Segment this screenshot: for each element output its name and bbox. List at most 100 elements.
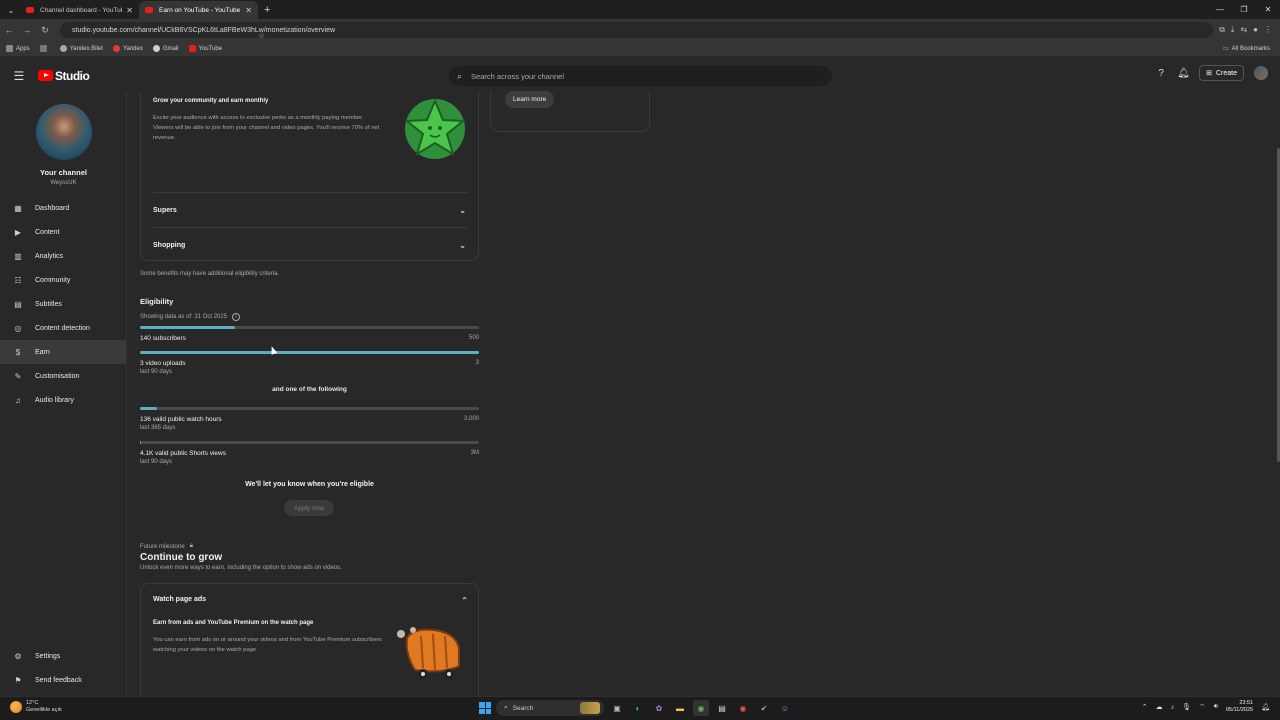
page-scrollbar[interactable] <box>1276 91 1280 696</box>
channel-title: Your channel <box>40 168 87 177</box>
system-tray: ⌃ ☁ ♪ 🎙︎ ⌔ 🔊︎ 23:51 05/11/2025 🔔︎ <box>1142 700 1270 714</box>
feedback-icon: ⚑ <box>14 675 22 685</box>
learn-more-button[interactable]: Learn more <box>505 91 555 108</box>
studio-header: ☰ Studio ⌕ Search across your channel ? … <box>0 60 1280 91</box>
sidebar-item-label: Content detection <box>35 324 90 332</box>
watch-page-ads-accordion[interactable]: Watch page ads ⌃ <box>153 596 468 605</box>
main-content: Grow your community and earn monthly Exc… <box>127 91 1280 696</box>
volume-icon[interactable]: 🔊︎ <box>1214 703 1218 711</box>
sidebar-item-dashboard[interactable]: ▦ Dashboard <box>0 196 126 220</box>
restore-icon[interactable]: ❐ <box>1232 0 1256 19</box>
bookmark-gmail[interactable]: Gmail <box>152 45 179 52</box>
wifi-icon[interactable]: ⌔ <box>1199 703 1206 712</box>
earn-icon: $ <box>15 347 21 357</box>
bookmark-yandex-bilet[interactable]: Yandex.Bilet <box>59 45 103 52</box>
sidebar-item-customisation[interactable]: ✎ Customisation <box>0 364 126 388</box>
metric-shorts-views: 4.1K valid public Shorts views 3M last 90… <box>140 441 479 465</box>
channel-avatar[interactable] <box>36 104 92 160</box>
shopping-accordion[interactable]: Shopping ⌄ <box>153 227 468 262</box>
help-icon[interactable]: ? <box>1155 68 1167 79</box>
file-explorer-icon[interactable]: ▬ <box>672 700 688 716</box>
clock-time: 23:51 <box>1239 700 1254 706</box>
close-tab-icon[interactable]: ✕ <box>245 6 252 15</box>
weather-widget[interactable]: 12°C Genellikle açık <box>10 700 62 714</box>
discord-icon[interactable]: ☺ <box>777 700 793 716</box>
eligibility-title: Eligibility <box>140 297 174 306</box>
windows-start-icon[interactable] <box>479 702 491 714</box>
lock-icon: 🔒︎ <box>189 543 193 549</box>
bookmark-apps[interactable]: Apps <box>6 45 30 52</box>
sidebar-item-subtitles[interactable]: ▤ Subtitles <box>0 292 126 316</box>
sidebar-item-content-detection[interactable]: ◎ Content detection <box>0 316 126 340</box>
bookmark-yandex[interactable]: Yandex <box>112 45 143 52</box>
metric-goal: 3,000 <box>463 416 479 422</box>
back-icon[interactable]: ← <box>0 25 18 35</box>
weather-sun-icon <box>10 701 22 713</box>
sidebar-item-community[interactable]: ☷ Community <box>0 268 126 292</box>
bookmark-tab-groups-icon[interactable] <box>39 45 50 52</box>
weather-temp: 12°C <box>26 700 39 706</box>
chrome-alt-icon[interactable]: ◉ <box>735 700 751 716</box>
sidebar: Your channel WeyssUK ▦ Dashboard ▶ Content… <box>0 91 127 696</box>
sidebar-item-send-feedback[interactable]: ⚑ Send feedback <box>0 668 126 692</box>
menu-icon[interactable]: ⋮ <box>1264 25 1272 35</box>
url-field[interactable]: studio.youtube.com/channel/UCkB6VSCpKL6t… <box>60 22 1214 40</box>
edge-icon[interactable]: ◐ <box>630 700 646 716</box>
notifications-bell-icon[interactable]: 🔔︎ <box>1177 68 1190 79</box>
metric-period: last 90 days <box>140 459 173 465</box>
tab-search-icon[interactable]: ⌄ <box>2 1 20 19</box>
studio-logo[interactable]: Studio <box>38 69 90 83</box>
hamburger-menu-icon[interactable]: ☰ <box>0 69 38 83</box>
clock[interactable]: 23:51 05/11/2025 <box>1226 700 1253 714</box>
bookmark-youtube[interactable]: YouTube <box>188 45 222 52</box>
sidebar-item-audio-library[interactable]: ♫ Audio library <box>0 388 126 412</box>
tab-title: Channel dashboard - YouTube <box>40 6 123 14</box>
bookmark-label: Gmail <box>162 45 179 52</box>
network-tray-icon[interactable]: ☁ <box>1156 703 1163 711</box>
steam-icon[interactable]: ✔ <box>756 700 772 716</box>
info-icon[interactable]: i <box>232 313 241 321</box>
chrome-icon[interactable]: ◉ <box>693 700 709 716</box>
sidebar-nav: ▦ Dashboard ▶ Content ▥ Analytics ☷ Communit… <box>0 196 126 412</box>
translate-icon[interactable]: ⇆ <box>1240 25 1247 35</box>
tab-earn-on-youtube[interactable]: Earn on YouTube - YouTube St ✕ <box>139 1 258 19</box>
tab-channel-dashboard[interactable]: Channel dashboard - YouTube ✕ <box>20 1 139 19</box>
close-tab-icon[interactable]: ✕ <box>126 6 133 15</box>
download-icon[interactable]: ⤓ <box>1231 25 1235 35</box>
sidebar-item-settings[interactable]: ⚙ Settings <box>0 644 126 668</box>
notepad-icon[interactable]: ▤ <box>714 700 730 716</box>
header-actions: ? 🔔︎ ⊞ Create <box>1155 65 1268 81</box>
forward-icon[interactable]: → <box>18 25 36 35</box>
sidebar-item-content[interactable]: ▶ Content <box>0 220 126 244</box>
metric-goal: 3M <box>470 450 479 456</box>
notification-icon[interactable]: 🔔︎ <box>1261 703 1270 711</box>
reload-icon[interactable]: ↻ <box>36 25 54 36</box>
minimize-icon[interactable]: — <box>1208 0 1232 19</box>
apply-now-button[interactable]: Apply now <box>284 500 334 516</box>
channel-search-input[interactable]: ⌕ Search across your channel <box>449 66 832 86</box>
create-button[interactable]: ⊞ Create <box>1199 65 1244 81</box>
supers-accordion[interactable]: Supers ⌄ <box>153 192 468 227</box>
progress-fill <box>140 407 157 410</box>
sidebar-item-earn[interactable]: $ Earn <box>0 340 126 364</box>
future-milestone-label: Future milestone 🔒︎ <box>140 543 193 550</box>
new-tab-icon[interactable]: + <box>264 1 270 19</box>
close-window-icon[interactable]: ✕ <box>1256 0 1280 19</box>
tray-chevron-icon[interactable]: ⌃ <box>1142 703 1148 711</box>
bookmark-label: Yandex <box>122 45 143 52</box>
speaker-icon[interactable]: ♪ <box>1171 704 1175 711</box>
content-icon: ▶ <box>14 227 22 237</box>
all-bookmarks[interactable]: ▭ All Bookmarks <box>1223 45 1270 53</box>
taskbar-search[interactable]: ⌕ Search <box>496 700 604 716</box>
profile-icon[interactable]: ● <box>1253 25 1258 35</box>
microphone-icon[interactable]: 🎙︎ <box>1182 703 1191 711</box>
task-view-icon[interactable]: ▣ <box>609 700 625 716</box>
apps-grid-icon <box>6 45 13 52</box>
create-label: Create <box>1215 69 1237 77</box>
extensions-icon[interactable]: ⧉ <box>1219 25 1225 35</box>
sidebar-item-label: Customisation <box>35 372 80 380</box>
eligibility-note: Some benefits may have additional eligib… <box>140 271 280 277</box>
account-avatar[interactable] <box>1254 66 1268 80</box>
sidebar-item-analytics[interactable]: ▥ Analytics <box>0 244 126 268</box>
copilot-icon[interactable]: ✿ <box>651 700 667 716</box>
